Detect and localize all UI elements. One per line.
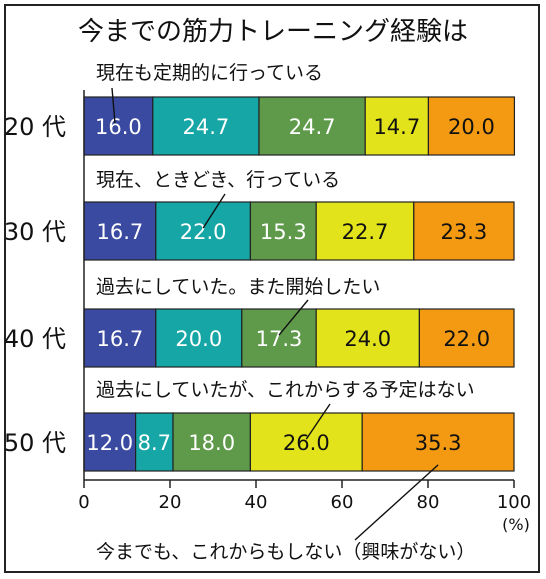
x-tick-label: 0 [78,492,89,513]
data-label: 20.0 [448,115,495,139]
data-label: 17.3 [256,327,303,351]
x-tick-label: 40 [245,492,268,513]
stacked-bar-chart: 今までの筋力トレーニング経験は 20 代 16.0 24.7 24.7 14.7 20.0… [4,17,531,563]
data-label: 24.7 [183,115,230,139]
x-tick-label: 80 [417,492,440,513]
data-label: 16.0 [95,115,142,139]
data-label: 22.7 [342,220,389,244]
data-label: 15.3 [260,220,307,244]
data-label: 23.3 [441,220,488,244]
legend-callout: 過去にしていた。また開始したい [96,276,380,298]
category-label: 50 代 [4,429,66,457]
x-tick-label: 100 [497,492,531,513]
x-tick-label: 60 [331,492,354,513]
chart-title: 今までの筋力トレーニング経験は [78,17,468,47]
data-label: 26.0 [283,431,330,455]
data-label: 22.0 [443,327,490,351]
legend-callout: 今までも、これからもしない（興味がない） [96,541,475,563]
category-label: 30 代 [4,218,66,246]
x-tick-label: 20 [159,492,182,513]
data-label: 24.7 [289,115,336,139]
data-label: 24.0 [344,327,391,351]
data-label: 18.0 [188,431,235,455]
data-label: 22.0 [180,220,227,244]
legend-callout: 過去にしていたが、これからする予定はない [96,379,475,401]
category-label: 20 代 [4,113,66,141]
x-axis-unit: (%) [502,515,530,534]
data-label: 12.0 [86,431,133,455]
data-label: 35.3 [415,431,462,455]
data-label: 14.7 [373,115,420,139]
category-label: 40 代 [4,325,66,353]
legend-callout: 現在、ときどき、行っている [96,169,340,191]
data-label: 16.7 [97,220,144,244]
data-label: 20.0 [175,327,222,351]
data-label: 16.7 [97,327,144,351]
legend-callout: 現在も定期的に行っている [96,62,323,84]
data-label: 8.7 [138,431,171,455]
